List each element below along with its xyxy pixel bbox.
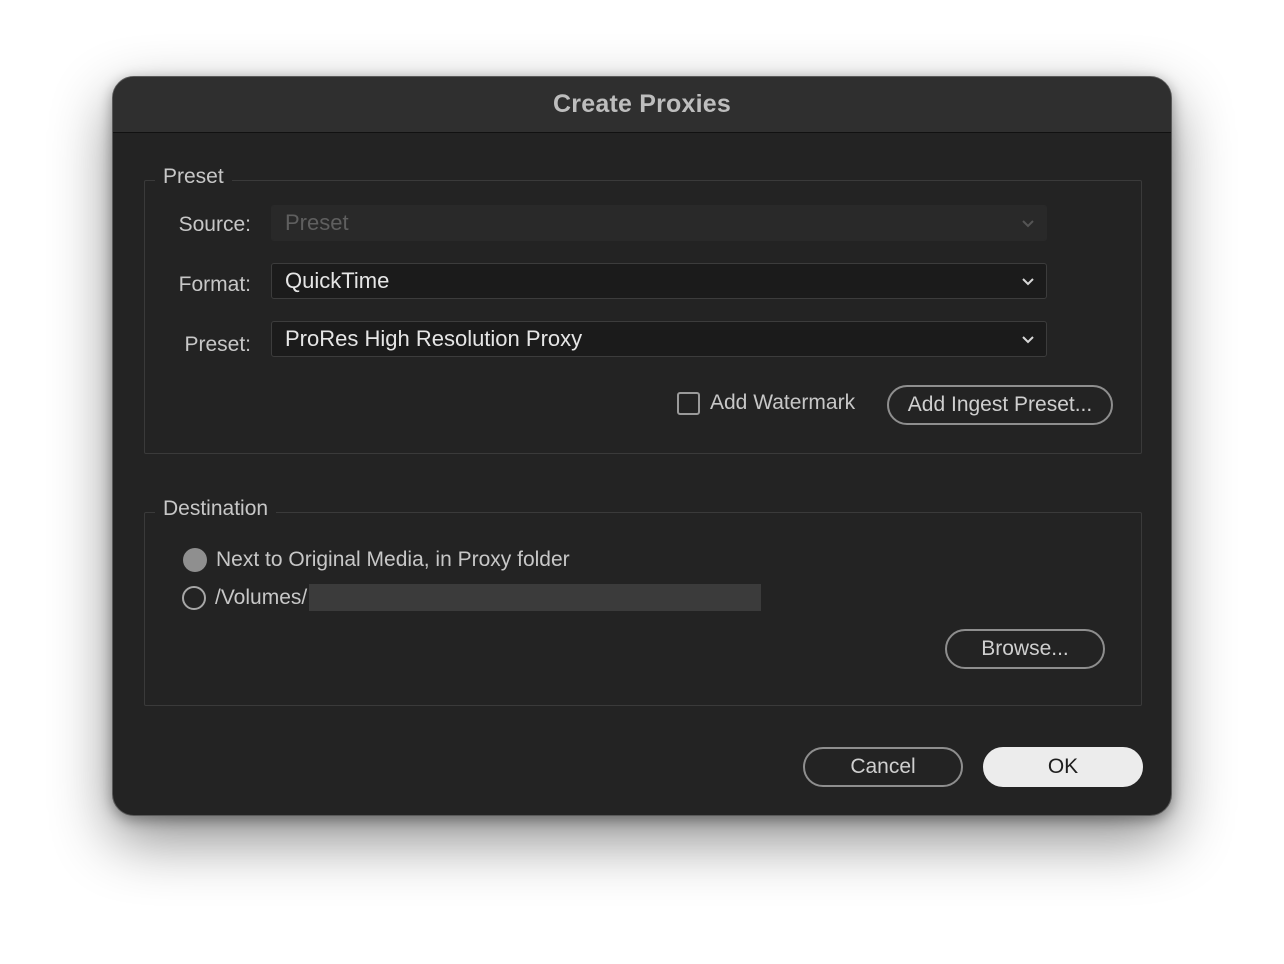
add-ingest-preset-button[interactable]: Add Ingest Preset...	[887, 385, 1113, 425]
source-select-value: Preset	[285, 210, 349, 235]
radio-next-to-original[interactable]: Next to Original Media, in Proxy folder	[183, 548, 570, 572]
redacted-path	[309, 584, 762, 611]
chevron-down-icon	[1022, 220, 1034, 228]
radio-custom-path[interactable]: /Volumes/	[182, 584, 762, 611]
radio-selected-indicator[interactable]	[183, 548, 207, 572]
preset-select[interactable]: ProRes High Resolution Proxy	[271, 321, 1047, 357]
source-select: Preset	[271, 205, 1047, 241]
preset-group-legend: Preset	[155, 165, 232, 189]
preset-group: Preset Source: Preset Format: QuickTime …	[144, 165, 1142, 454]
format-select-value: QuickTime	[285, 268, 390, 293]
destination-group-legend: Destination	[155, 497, 277, 521]
ok-button[interactable]: OK	[983, 747, 1143, 787]
format-label: Format:	[178, 273, 251, 296]
add-watermark-checkbox[interactable]: Add Watermark	[677, 391, 855, 415]
radio-unselected-indicator[interactable]	[182, 585, 206, 610]
watermark-label: Add Watermark	[710, 391, 856, 414]
dialog-title: Create Proxies	[553, 90, 731, 118]
cancel-button[interactable]: Cancel	[803, 747, 963, 787]
format-select[interactable]: QuickTime	[271, 263, 1047, 299]
chevron-down-icon	[1022, 278, 1034, 286]
create-proxies-dialog: Create Proxies Preset Source: Preset For…	[112, 76, 1172, 816]
radio-original-label: Next to Original Media, in Proxy folder	[216, 548, 570, 571]
preset-select-value: ProRes High Resolution Proxy	[285, 326, 583, 351]
source-label: Source:	[178, 213, 251, 236]
watermark-checkbox-box[interactable]	[677, 391, 700, 415]
destination-group: Destination Next to Original Media, in P…	[144, 497, 1142, 706]
chevron-down-icon	[1022, 336, 1034, 344]
preset-label: Preset:	[184, 333, 251, 356]
dialog-titlebar: Create Proxies	[113, 77, 1171, 133]
browse-button[interactable]: Browse...	[945, 629, 1105, 669]
radio-path-label: /Volumes/	[215, 585, 308, 609]
